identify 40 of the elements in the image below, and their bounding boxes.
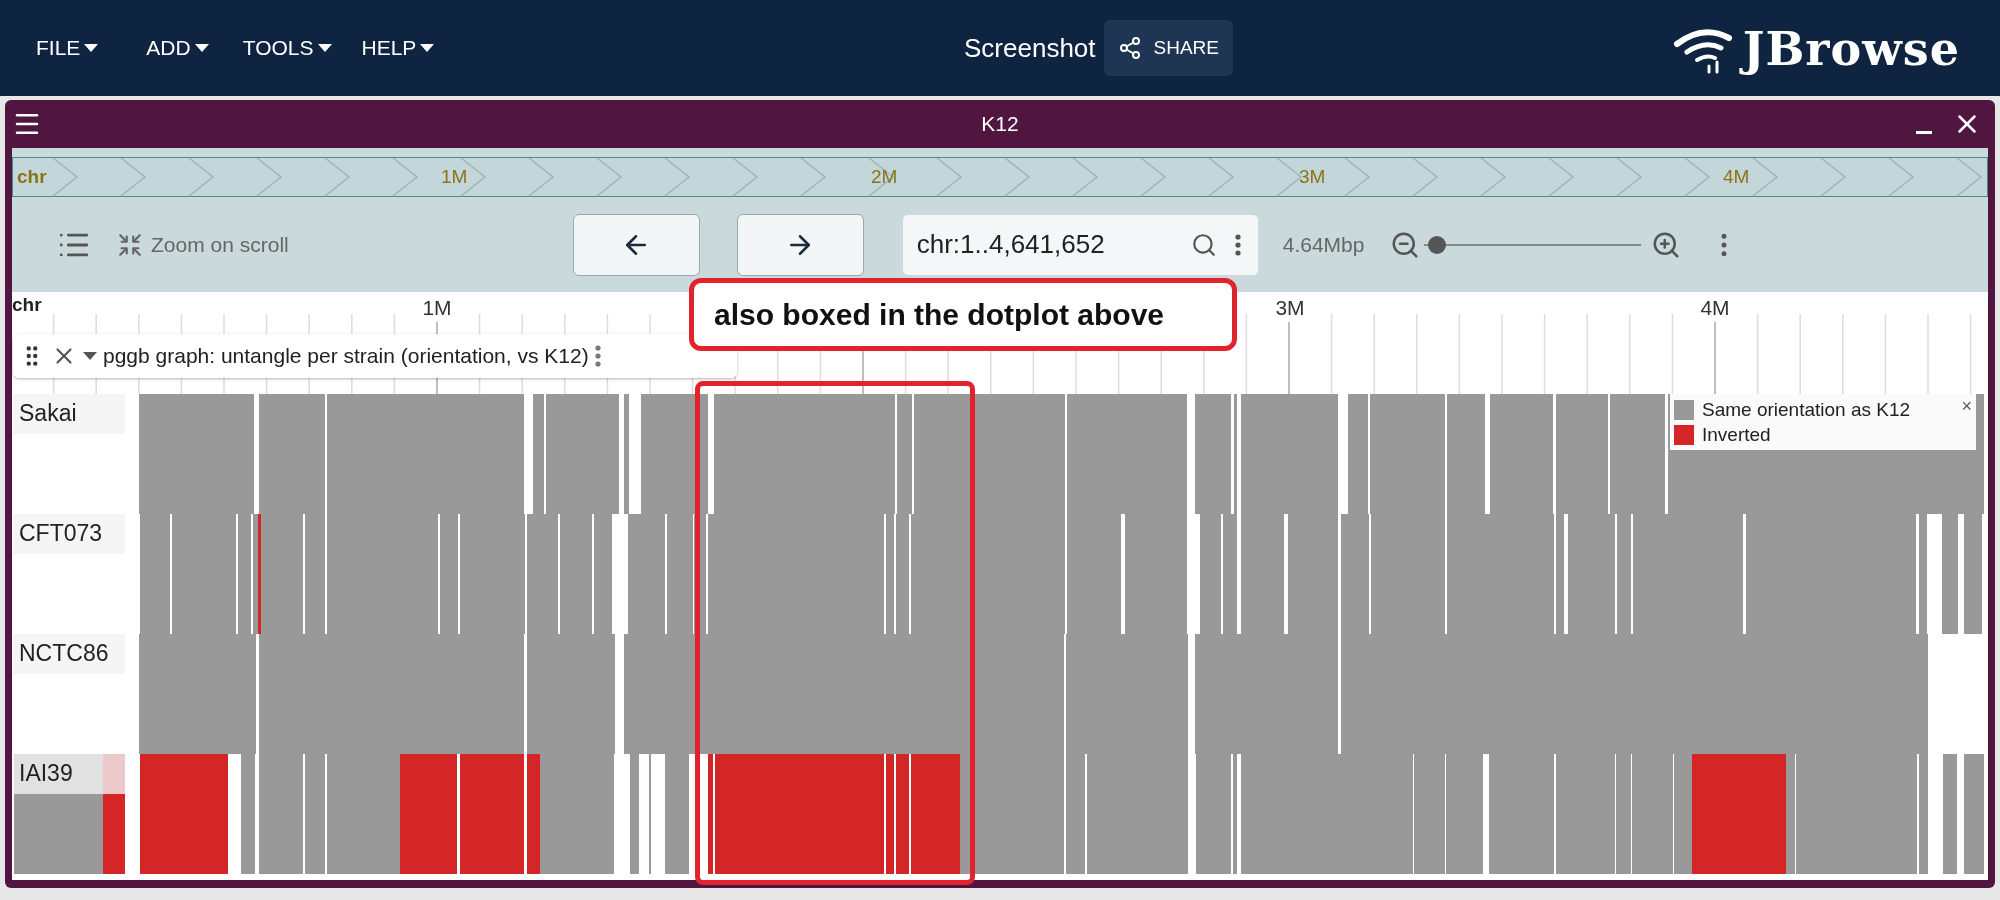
location-field[interactable]: chr:1..4,641,652 xyxy=(901,213,1259,276)
overview-tick-label: 2M xyxy=(871,166,898,188)
caret-icon xyxy=(84,44,99,52)
caret-icon xyxy=(83,352,97,360)
strain-label: IAI39 xyxy=(13,754,125,794)
kebab-icon[interactable] xyxy=(594,345,601,367)
menu-button[interactable]: ADD xyxy=(136,28,219,68)
kebab-icon[interactable] xyxy=(1234,233,1241,256)
menu-button[interactable]: HELP xyxy=(351,28,445,68)
view-title: K12 xyxy=(981,112,1019,136)
annotation-callout: also boxed in the dotplot above xyxy=(689,278,1237,351)
menu-button[interactable]: FILE xyxy=(26,28,109,68)
session-title: Screenshot xyxy=(964,32,1096,64)
share-button[interactable]: SHARE xyxy=(1103,20,1233,76)
ruler-tick-label: 4M xyxy=(1700,296,1730,320)
strain-label: NCTC86 xyxy=(13,634,125,674)
legend-label: Same orientation as K12 xyxy=(1702,398,1911,421)
legend-label: Inverted xyxy=(1702,423,1771,446)
strain-label: Sakai xyxy=(13,394,125,434)
ruler-tick-label: 3M xyxy=(1275,296,1305,320)
legend-close-button[interactable]: × xyxy=(1961,396,1972,417)
chromosome-label: chr xyxy=(12,294,42,316)
menu-button[interactable]: TOOLS xyxy=(232,28,342,68)
zoom-on-scroll-button[interactable]: Zoom on scroll xyxy=(117,231,289,258)
ruler-tick-label: 1M xyxy=(422,296,452,320)
track-label[interactable]: pggb graph: untangle per strain (orientation, vs K12) xyxy=(13,334,737,378)
caret-icon xyxy=(194,44,209,52)
shrink-icon xyxy=(117,231,143,258)
overview-tick-label: 1M xyxy=(441,166,468,188)
track-title: pggb graph: untangle per strain (orientation, vs K12) xyxy=(103,344,589,368)
search-icon[interactable] xyxy=(1190,231,1217,258)
caret-icon xyxy=(317,44,332,52)
slider-thumb[interactable] xyxy=(1428,235,1447,254)
overview-tick-label: 3M xyxy=(1299,166,1326,188)
share-icon xyxy=(1117,36,1142,60)
chromosome-label: chr xyxy=(17,166,47,188)
strain-label: CFT073 xyxy=(13,514,125,554)
caret-icon xyxy=(420,44,435,52)
overview-tick-label: 4M xyxy=(1723,166,1750,188)
span-label: 4.64Mbp xyxy=(1282,232,1365,257)
